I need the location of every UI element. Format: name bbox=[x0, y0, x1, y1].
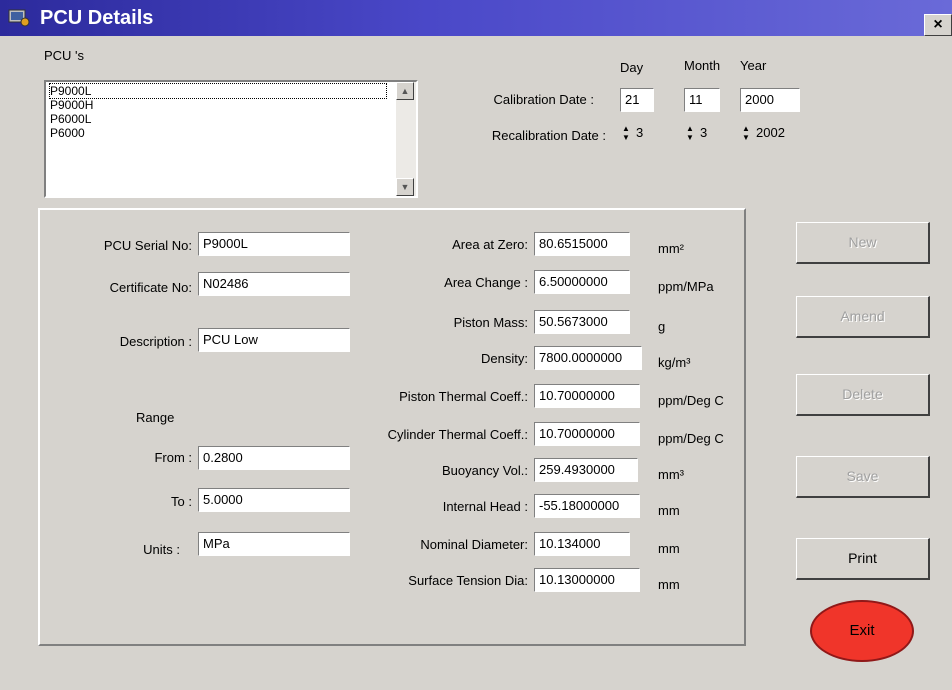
to-label: To : bbox=[171, 494, 192, 509]
month-header: Month bbox=[684, 58, 721, 73]
recalibration-date-label: Recalibration Date : bbox=[491, 128, 606, 143]
calibration-date-label: Calibration Date : bbox=[493, 92, 594, 107]
scroll-up-icon[interactable]: ▲ bbox=[396, 82, 414, 100]
year-spinner-icon[interactable]: ▲ ▼ bbox=[740, 124, 752, 142]
day-spinner-icon[interactable]: ▲ ▼ bbox=[620, 124, 632, 142]
property-unit: ppm/Deg C bbox=[658, 393, 724, 408]
property-unit: kg/m³ bbox=[658, 355, 691, 370]
property-label: Internal Head : bbox=[442, 499, 528, 514]
description-field[interactable]: PCU Low bbox=[198, 328, 350, 352]
certificate-field[interactable]: N02486 bbox=[198, 272, 350, 296]
new-button[interactable]: New bbox=[796, 222, 930, 264]
pcu-list-label: PCU 's bbox=[44, 48, 85, 63]
property-value-field[interactable]: 7800.0000000 bbox=[534, 346, 642, 370]
property-label: Cylinder Thermal Coeff.: bbox=[387, 427, 528, 442]
units-field[interactable]: MPa bbox=[198, 532, 350, 556]
property-label: Area Change : bbox=[444, 275, 528, 290]
exit-button[interactable]: Exit bbox=[810, 600, 914, 662]
range-to-field[interactable]: 5.0000 bbox=[198, 488, 350, 512]
property-label: Density: bbox=[481, 351, 528, 366]
list-item[interactable]: P9000L bbox=[49, 83, 387, 99]
serial-field[interactable]: P9000L bbox=[198, 232, 350, 256]
list-item[interactable]: P9000H bbox=[50, 98, 93, 112]
app-icon bbox=[8, 9, 30, 27]
delete-button[interactable]: Delete bbox=[796, 374, 930, 416]
list-item[interactable]: P6000L bbox=[50, 112, 91, 126]
recalibration-month-field[interactable]: 3 bbox=[696, 122, 726, 146]
property-unit: mm² bbox=[658, 241, 684, 256]
from-label: From : bbox=[154, 450, 192, 465]
property-label: Nominal Diameter: bbox=[420, 537, 528, 552]
property-unit: ppm/MPa bbox=[658, 279, 714, 294]
serial-label: PCU Serial No: bbox=[103, 238, 192, 253]
property-value-field[interactable]: 10.134000 bbox=[534, 532, 630, 556]
property-unit: mm bbox=[658, 577, 680, 592]
property-unit: mm bbox=[658, 541, 680, 556]
property-label: Surface Tension Dia: bbox=[408, 573, 528, 588]
property-value-field[interactable]: 50.5673000 bbox=[534, 310, 630, 334]
property-unit: mm bbox=[658, 503, 680, 518]
property-value-field[interactable]: 10.70000000 bbox=[534, 422, 640, 446]
property-value-field[interactable]: 10.13000000 bbox=[534, 568, 640, 592]
property-unit: ppm/Deg C bbox=[658, 431, 724, 446]
list-scrollbar[interactable]: ▲ ▼ bbox=[396, 82, 416, 196]
calibration-month-field[interactable]: 11 bbox=[684, 88, 720, 112]
certificate-label: Certificate No: bbox=[109, 280, 192, 295]
property-label: Buoyancy Vol.: bbox=[442, 463, 528, 478]
property-value-field[interactable]: 80.6515000 bbox=[534, 232, 630, 256]
recalibration-day-field[interactable]: 3 bbox=[632, 122, 662, 146]
calibration-year-field[interactable]: 2000 bbox=[740, 88, 800, 112]
property-label: Area at Zero: bbox=[452, 237, 528, 252]
pcu-listbox[interactable]: P9000L P9000H P6000L P6000 ▲ ▼ bbox=[44, 80, 418, 198]
property-label: Piston Thermal Coeff.: bbox=[399, 389, 528, 404]
calibration-day-field[interactable]: 21 bbox=[620, 88, 654, 112]
print-button[interactable]: Print bbox=[796, 538, 930, 580]
day-header: Day bbox=[620, 60, 644, 75]
property-label: Piston Mass: bbox=[453, 315, 528, 330]
window-title: PCU Details bbox=[40, 7, 154, 29]
scroll-down-icon[interactable]: ▼ bbox=[396, 178, 414, 196]
month-spinner-icon[interactable]: ▲ ▼ bbox=[684, 124, 696, 142]
save-button[interactable]: Save bbox=[796, 456, 930, 498]
range-from-field[interactable]: 0.2800 bbox=[198, 446, 350, 470]
units-label: Units : bbox=[143, 542, 180, 557]
property-unit: g bbox=[658, 319, 666, 334]
property-value-field[interactable]: 10.70000000 bbox=[534, 384, 640, 408]
amend-button[interactable]: Amend bbox=[796, 296, 930, 338]
close-button[interactable]: × bbox=[924, 14, 952, 36]
property-value-field[interactable]: -55.18000000 bbox=[534, 494, 640, 518]
property-unit: mm³ bbox=[658, 467, 684, 482]
property-value-field[interactable]: 259.4930000 bbox=[534, 458, 638, 482]
recalibration-year-field[interactable]: 2002 bbox=[752, 122, 802, 146]
range-label: Range bbox=[136, 410, 175, 425]
description-label: Description : bbox=[119, 334, 192, 349]
property-value-field[interactable]: 6.50000000 bbox=[534, 270, 630, 294]
year-header: Year bbox=[740, 58, 767, 73]
list-item[interactable]: P6000 bbox=[50, 126, 85, 140]
